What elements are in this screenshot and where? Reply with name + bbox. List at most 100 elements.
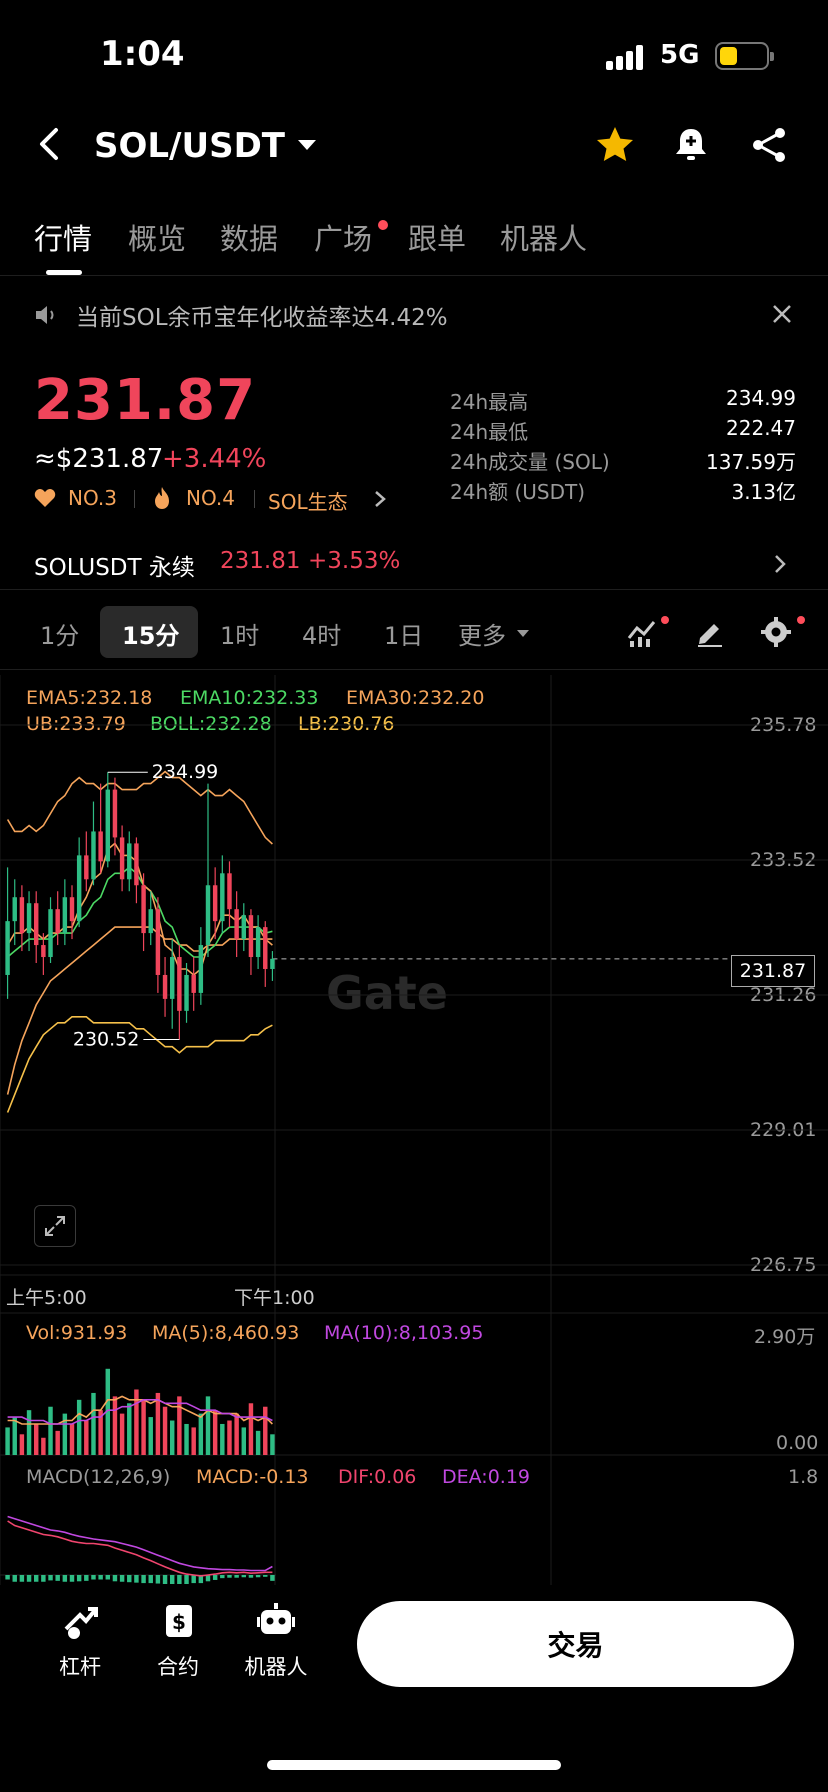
volume-bar xyxy=(169,1420,175,1455)
ema30-line xyxy=(6,926,273,1095)
notification-dot xyxy=(797,616,805,624)
rank-no4[interactable]: NO.4 xyxy=(186,486,235,510)
close-icon[interactable] xyxy=(770,302,794,326)
macd-hist-bar xyxy=(33,1575,39,1582)
ema5-line xyxy=(6,842,273,977)
macd-hist-bar xyxy=(270,1575,275,1581)
trade-button[interactable]: 交易 xyxy=(357,1601,794,1687)
rank-no3[interactable]: NO.3 xyxy=(68,486,117,510)
stat-label: 24h额 (USDT) xyxy=(450,480,586,504)
signal-icon xyxy=(606,44,646,70)
volume-bar xyxy=(41,1437,46,1455)
interval-15m[interactable]: 15分 xyxy=(122,616,179,651)
macd-hist-bar xyxy=(112,1575,118,1582)
svg-text:$: $ xyxy=(172,1610,186,1634)
indicator-icon[interactable] xyxy=(626,616,658,648)
network-type: 5G xyxy=(660,40,700,70)
candle-body xyxy=(184,974,189,1011)
volume-ma10-label: MA(10):8,103.95 xyxy=(324,1322,484,1344)
tab-overview[interactable]: 概览 xyxy=(128,216,186,258)
volume-bar xyxy=(263,1406,268,1455)
battery-icon xyxy=(715,42,774,70)
candle-body xyxy=(62,897,68,934)
candle-body xyxy=(41,945,46,958)
interval-1d[interactable]: 1日 xyxy=(384,616,423,651)
candle-body xyxy=(112,789,118,838)
interval-4h[interactable]: 4时 xyxy=(302,616,341,651)
ecosystem-tag[interactable]: SOL生态 xyxy=(268,486,348,515)
share-icon[interactable] xyxy=(748,124,790,166)
tab-copy-trade[interactable]: 跟单 xyxy=(408,216,466,258)
chevron-down-icon[interactable] xyxy=(298,140,316,150)
tab-bot[interactable]: 机器人 xyxy=(500,216,587,258)
chevron-right-icon[interactable] xyxy=(374,490,386,508)
perpetual-row[interactable]: SOLUSDT 永续 231.81 +3.53% xyxy=(0,540,828,590)
interval-1h[interactable]: 1时 xyxy=(220,616,259,651)
candle-body xyxy=(169,957,175,999)
candle-body xyxy=(234,909,239,940)
macd-hist-bar xyxy=(255,1575,261,1578)
macd-hist-bar xyxy=(169,1575,175,1584)
volume-bar xyxy=(270,1434,275,1455)
notice-bar[interactable]: 当前SOL余币宝年化收益率达4.42% xyxy=(0,290,828,340)
tab-data[interactable]: 数据 xyxy=(220,216,278,258)
candle-body xyxy=(33,903,39,946)
volume-bar xyxy=(162,1406,168,1455)
star-icon[interactable] xyxy=(594,124,636,166)
volume-bar xyxy=(91,1392,96,1455)
interval-1m[interactable]: 1分 xyxy=(40,616,79,651)
volume-bar xyxy=(155,1392,161,1455)
kline-chart[interactable]: 234.99 230.52 xyxy=(0,675,828,1585)
interval-more[interactable]: 更多 xyxy=(458,616,506,651)
candle-body xyxy=(76,855,82,922)
candle-body xyxy=(12,897,17,922)
bottom-nav-leverage[interactable]: 杠杆 xyxy=(40,1601,120,1701)
ema10-line xyxy=(7,866,273,958)
macd-hist-bar xyxy=(227,1575,232,1578)
candle-body xyxy=(91,831,96,880)
candle-body xyxy=(98,831,103,862)
tab-square[interactable]: 广场 xyxy=(314,216,372,258)
tab-market[interactable]: 行情 xyxy=(34,216,92,258)
stat-row: 24h成交量 (SOL) 137.59万 xyxy=(450,446,796,476)
expand-chart-button[interactable] xyxy=(34,1205,76,1247)
candle-body xyxy=(248,915,254,958)
macd-hist-bar xyxy=(26,1575,32,1582)
stat-value: 222.47 xyxy=(726,416,796,440)
time-axis-label: 上午5:00 xyxy=(6,1287,87,1309)
macd-hist-bar xyxy=(162,1575,168,1584)
volume-bar xyxy=(184,1423,189,1455)
candle-body xyxy=(270,958,275,969)
bottom-nav-bot[interactable]: 机器人 xyxy=(236,1601,316,1701)
draw-icon[interactable] xyxy=(694,616,726,648)
chevron-right-icon[interactable] xyxy=(774,554,786,574)
volume-bar xyxy=(227,1420,232,1455)
bottom-nav-label: 合约 xyxy=(157,1655,199,1679)
pair-title[interactable]: SOL/USDT xyxy=(94,126,285,166)
main-tabs: 行情 概览 数据 广场 跟单 机器人 xyxy=(0,210,828,276)
bell-plus-icon[interactable] xyxy=(670,124,712,166)
back-icon[interactable] xyxy=(30,124,70,164)
macd-hist-bar xyxy=(127,1575,132,1583)
notice-text: 当前SOL余币宝年化收益率达4.42% xyxy=(76,305,448,331)
home-indicator xyxy=(267,1760,561,1770)
macd-hist-bar xyxy=(119,1575,125,1582)
price-change: +3.44% xyxy=(162,444,267,474)
stat-label: 24h最低 xyxy=(450,420,529,444)
speaker-icon xyxy=(36,306,54,324)
perp-change: +3.53% xyxy=(308,548,401,574)
macd-hist-bar xyxy=(12,1575,17,1582)
chevron-down-icon[interactable] xyxy=(517,630,529,637)
macd-hist-bar xyxy=(212,1575,218,1580)
bottom-nav-contract[interactable]: $ 合约 xyxy=(138,1601,218,1701)
volume-bar xyxy=(198,1413,204,1455)
candle-body xyxy=(26,903,32,934)
stats-panel: 24h最高 234.99 24h最低 222.47 24h成交量 (SOL) 137.… xyxy=(450,386,796,506)
macd-hist-bar xyxy=(191,1575,196,1584)
macd-axis-label: 1.8 xyxy=(788,1466,819,1488)
gear-icon[interactable] xyxy=(760,616,792,648)
stat-value: 234.99 xyxy=(726,386,796,410)
volume-bar xyxy=(112,1396,118,1455)
candle-body xyxy=(255,927,261,958)
candle-body xyxy=(227,873,232,910)
